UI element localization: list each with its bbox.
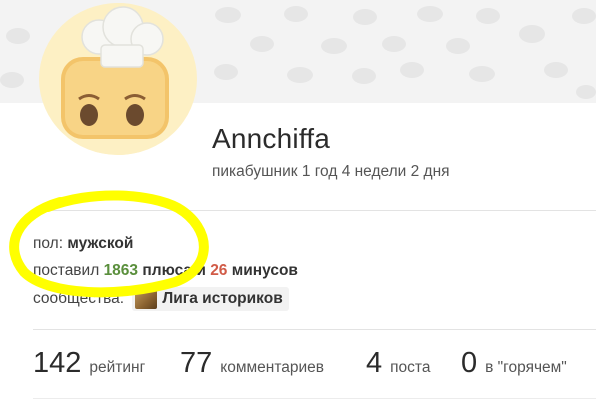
stat-label: в "горячем" bbox=[485, 359, 567, 376]
gender-value: мужской bbox=[67, 235, 134, 252]
communities-label: сообщества: bbox=[33, 290, 125, 308]
votes-prefix: поставил bbox=[33, 262, 100, 279]
minuses-word: минусов bbox=[231, 262, 298, 279]
community-link[interactable]: Лига историков bbox=[132, 287, 289, 311]
gender-label: пол: bbox=[33, 235, 64, 252]
pluses-count: 1863 bbox=[103, 262, 139, 279]
gender-row: пол: мужской bbox=[33, 235, 133, 253]
stat-comments[interactable]: 77 комментариев bbox=[180, 347, 324, 380]
username[interactable]: Annchiffa bbox=[212, 123, 330, 155]
stat-rating: 142 рейтинг bbox=[33, 347, 145, 380]
stat-posts[interactable]: 4 поста bbox=[366, 347, 430, 380]
stat-value: 0 bbox=[461, 347, 478, 379]
stat-label: поста bbox=[390, 359, 431, 376]
divider bbox=[33, 210, 596, 211]
stat-value: 77 bbox=[180, 347, 213, 379]
pluses-word: плюса и bbox=[142, 262, 206, 279]
community-name: Лига историков bbox=[162, 290, 283, 308]
minuses-count: 26 bbox=[210, 262, 228, 279]
divider bbox=[33, 329, 596, 330]
avatar[interactable] bbox=[39, 3, 197, 155]
stat-label: рейтинг bbox=[89, 359, 146, 376]
stat-hot[interactable]: 0 в "горячем" bbox=[461, 347, 567, 380]
history-league-icon bbox=[135, 289, 158, 309]
stat-value: 142 bbox=[33, 347, 82, 379]
member-since: пикабушник 1 год 4 недели 2 дня bbox=[212, 163, 450, 180]
chef-toast-avatar-icon bbox=[42, 3, 194, 155]
communities-row: сообщества: Лига историков bbox=[33, 287, 289, 311]
divider bbox=[33, 398, 596, 399]
stat-value: 4 bbox=[366, 347, 383, 379]
votes-row: поставил 1863 плюса и 26 минусов bbox=[33, 262, 298, 280]
stat-label: комментариев bbox=[220, 359, 325, 376]
